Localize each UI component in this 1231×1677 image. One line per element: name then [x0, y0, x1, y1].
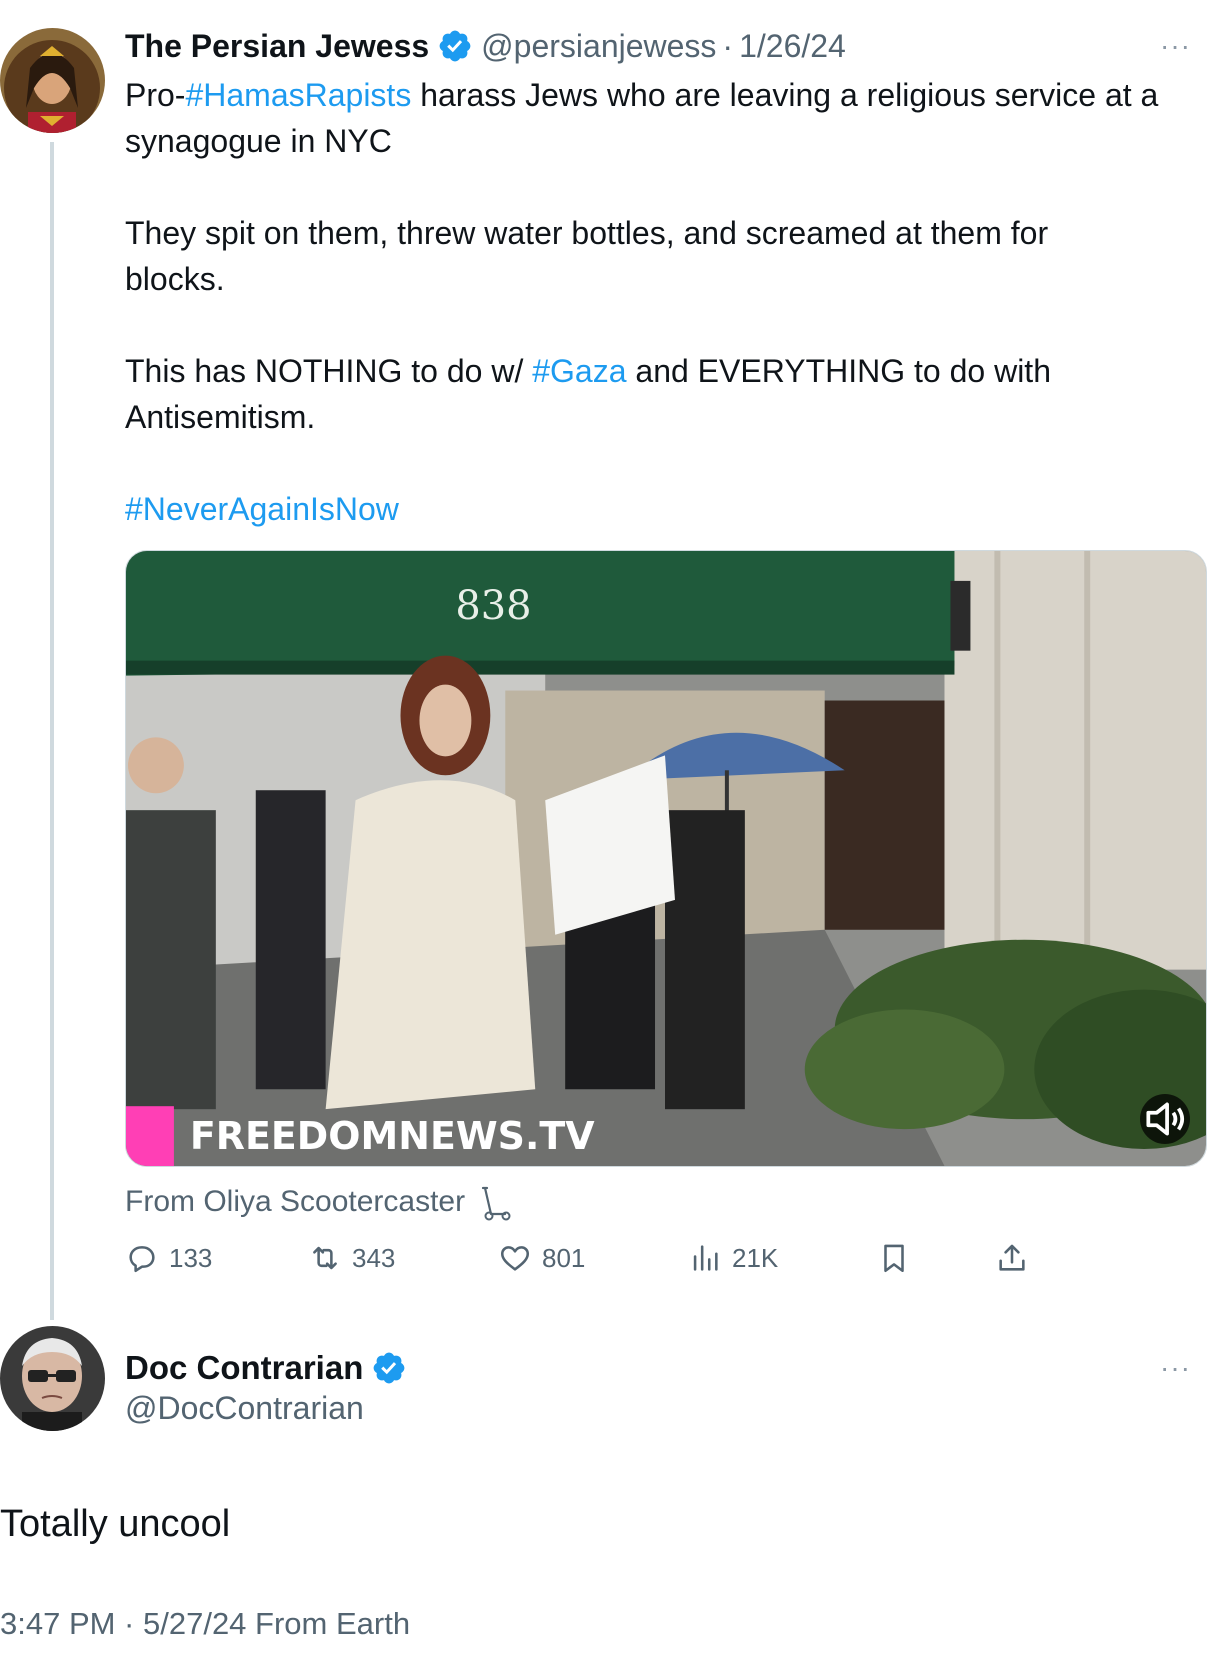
volume-glyph — [1146, 1102, 1185, 1136]
like-button[interactable]: 801 — [498, 1232, 585, 1284]
hashtag-link[interactable]: #Gaza — [532, 353, 626, 389]
verified-badge-icon — [374, 1352, 405, 1384]
tweet-line: Pro-#HamasRapists harass Jews who are le… — [125, 72, 1215, 118]
reply-text: Totally uncool — [0, 1503, 231, 1545]
video-frame: 838 FREEDOMNEWS.TV — [126, 551, 1206, 1166]
separator: · — [722, 27, 734, 64]
repost-button[interactable]: 343 — [308, 1232, 395, 1284]
bookmark-button[interactable] — [877, 1232, 921, 1284]
author-handle[interactable]: @persianjewess — [481, 28, 716, 65]
tweet-line: Antisemitism. — [125, 399, 316, 435]
share-icon — [999, 1244, 1025, 1271]
text-span: This has NOTHING to do w/ — [125, 353, 533, 389]
hashtag-link[interactable]: #HamasRapists — [185, 77, 411, 113]
views-count: 21K — [732, 1242, 779, 1273]
scooter-icon — [481, 1186, 511, 1221]
tweet-date[interactable]: 1/26/24 — [739, 28, 846, 65]
tweet-line: synagogue in NYC — [125, 123, 392, 159]
reply-author-avatar[interactable] — [0, 1326, 105, 1431]
tweet-text: Pro-#HamasRapists harass Jews who are le… — [125, 72, 1215, 532]
more-icon[interactable]: ··· — [1160, 30, 1191, 62]
views-icon — [693, 1245, 718, 1271]
tweet-header: The Persian Jewess @persianjewess · 1/26… — [125, 24, 1231, 68]
tweet-line: #NeverAgainIsNow — [125, 486, 1215, 532]
awning-number: 838 — [455, 583, 531, 629]
more-icon[interactable]: ··· — [1160, 1352, 1191, 1384]
thread-connector — [50, 142, 54, 1320]
reply-author-name[interactable]: Doc Contrarian — [125, 1349, 363, 1387]
video-watermark: FREEDOMNEWS.TV — [190, 1114, 595, 1158]
repost-icon — [313, 1246, 337, 1270]
hashtag-link[interactable]: #NeverAgainIsNow — [125, 491, 399, 527]
like-count: 801 — [542, 1242, 586, 1273]
reply-header: Doc Contrarian — [125, 1345, 415, 1391]
reply-icon — [129, 1246, 155, 1273]
reply-author-handle[interactable]: @DocContrarian — [125, 1390, 364, 1427]
text-span: harass Jews who are leaving a religious … — [411, 77, 1159, 113]
text-span: Pro- — [125, 77, 186, 113]
reply-count: 133 — [169, 1242, 213, 1273]
volume-icon[interactable] — [1140, 1094, 1190, 1144]
media-source[interactable]: From Oliya Scootercaster — [125, 1180, 513, 1224]
author-avatar[interactable] — [0, 28, 105, 133]
tweet-line: This has NOTHING to do w/ #Gaza and EVER… — [125, 348, 1215, 394]
text-span: and EVERYTHING to do with — [626, 353, 1051, 389]
media-source-label: From Oliya Scootercaster — [125, 1185, 466, 1218]
tweet-line: They spit on them, threw water bottles, … — [125, 215, 1049, 251]
tweet-line: blocks. — [125, 261, 225, 297]
views-button[interactable]: 21K — [688, 1232, 778, 1284]
author-name[interactable]: The Persian Jewess — [125, 28, 429, 65]
share-button[interactable] — [995, 1232, 1039, 1284]
verified-badge-icon — [439, 30, 471, 62]
reply-button[interactable]: 133 — [125, 1232, 212, 1284]
bookmark-icon — [884, 1244, 904, 1273]
tweet-actions: 133 343 801 21K — [125, 1232, 1125, 1284]
video-player[interactable]: 838 FREEDOMNEWS.TV — [125, 550, 1207, 1167]
repost-count: 343 — [352, 1242, 396, 1273]
like-icon — [500, 1246, 530, 1271]
reply-timestamp: 3:47 PM · 5/27/24 From Earth — [0, 1606, 411, 1641]
